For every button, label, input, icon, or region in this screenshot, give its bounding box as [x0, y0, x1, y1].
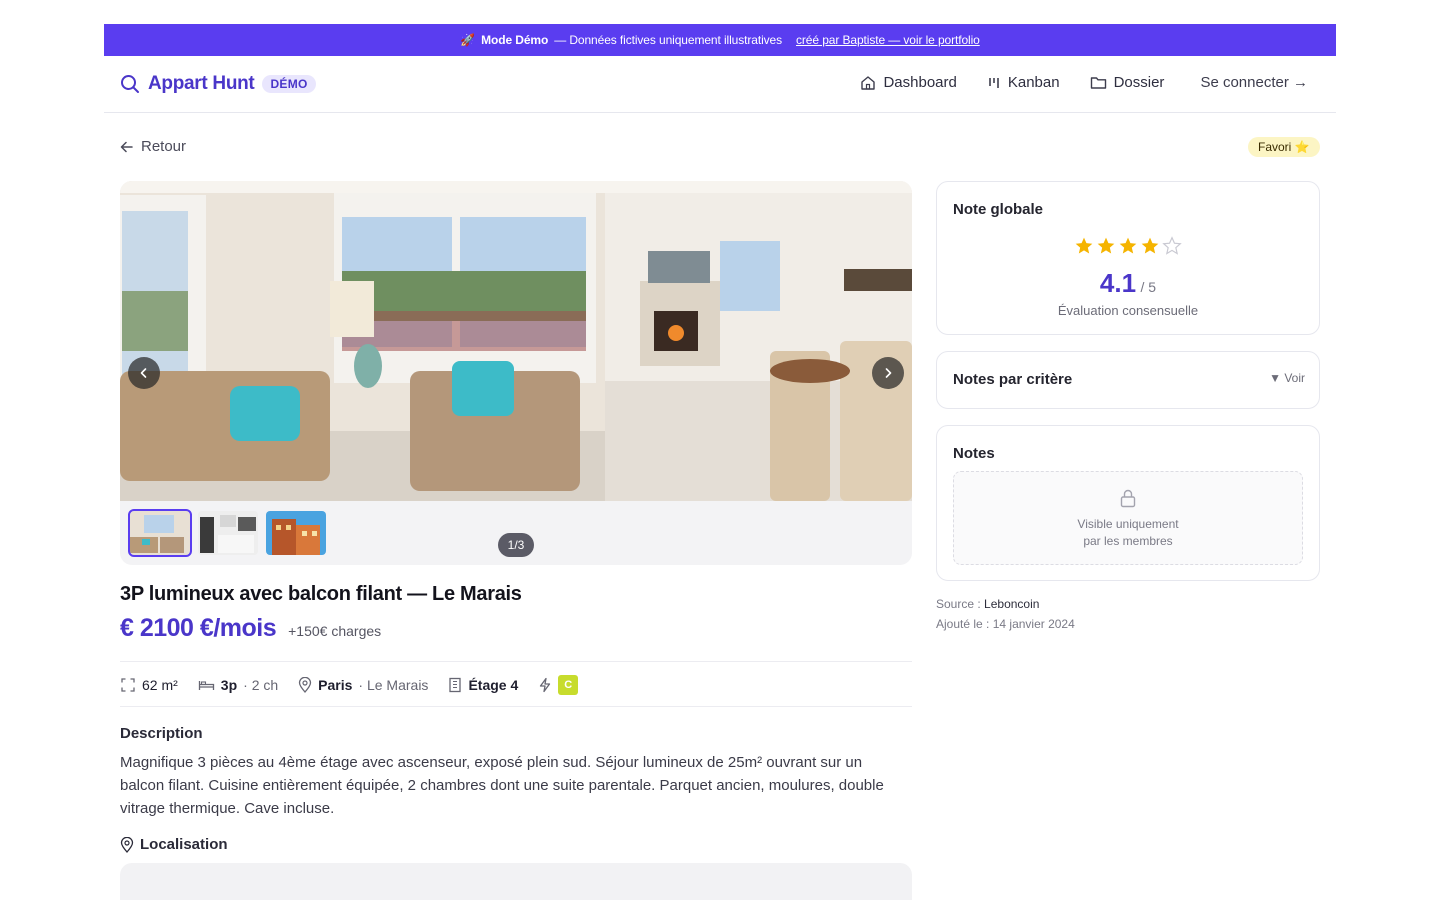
features-row: 62 m² 3p · 2 ch Paris · Le Marais Étage … — [120, 674, 579, 696]
nav-dashboard[interactable]: Dashboard — [860, 74, 957, 91]
back-label: Retour — [141, 138, 187, 155]
lock-icon — [1120, 489, 1136, 508]
locked-line-2: par les membres — [1083, 534, 1173, 548]
feature-surface: 62 m² — [120, 677, 178, 693]
back-link[interactable]: Retour — [120, 138, 186, 155]
floor-value: Étage 4 — [468, 677, 519, 693]
dpe-badge: C — [558, 675, 579, 695]
notes-card: Notes Visible uniquement par les membres — [936, 425, 1320, 581]
nav-kanban[interactable]: Kanban — [987, 74, 1060, 91]
star-filled-icon — [1119, 237, 1137, 254]
portfolio-link[interactable]: créé par Baptiste — voir le portfolio — [796, 33, 980, 47]
rating-score: 4.1 / 5 — [937, 268, 1319, 299]
folder-icon — [1090, 77, 1106, 89]
brand-name: Appart Hunt — [148, 73, 255, 94]
divider — [120, 706, 912, 707]
added-label: Ajouté le : — [936, 617, 990, 631]
notes-locked-message: Visible uniquement par les membres — [954, 516, 1302, 550]
rating-caption: Évaluation consensuelle — [1057, 303, 1199, 318]
nav-kanban-label: Kanban — [1007, 74, 1060, 91]
next-photo-button[interactable] — [872, 357, 904, 389]
rocket-icon: 🚀 — [460, 33, 476, 47]
thumbnail-building[interactable] — [266, 511, 326, 555]
chevron-right-icon — [885, 368, 892, 378]
chevron-left-icon — [140, 368, 147, 378]
rooms-value: 3p — [220, 677, 238, 693]
overall-rating-card: Note globale 4.1 / 5 Évaluation consensu… — [936, 181, 1320, 335]
demo-mode-label: Mode Démo — [481, 33, 549, 47]
nav-links: Dashboard Kanban Dossier Se connecter → — [860, 74, 1308, 91]
previous-photo-button[interactable] — [128, 357, 160, 389]
district-value: · Le Marais — [358, 677, 429, 693]
star-rating — [937, 236, 1319, 256]
divider — [120, 661, 912, 662]
feature-floor: Étage 4 — [448, 677, 518, 693]
criteria-toggle[interactable]: ▼ Voir — [1269, 371, 1305, 385]
map-pin-icon — [120, 836, 134, 853]
charges: +150€ charges — [288, 623, 382, 639]
added-value: 14 janvier 2024 — [992, 617, 1075, 631]
bedrooms-value: · 2 ch — [243, 677, 279, 693]
rating-value: 4.1 — [1099, 268, 1137, 298]
kanban-icon — [989, 77, 999, 88]
location-title-label: Localisation — [140, 836, 228, 853]
surface-value: 62 m² — [142, 677, 178, 693]
building-icon — [449, 677, 462, 693]
lightning-icon — [540, 677, 551, 693]
feature-rooms: 3p · 2 ch — [198, 677, 278, 693]
demo-text: — Données fictives uniquement illustrati… — [554, 33, 783, 47]
overall-rating-title: Note globale — [953, 201, 1044, 218]
criteria-title: Notes par critère — [953, 371, 1073, 388]
source-value: Leboncoin — [984, 597, 1040, 611]
bed-icon — [198, 681, 214, 690]
criteria-card[interactable]: Notes par critère ▼ Voir — [936, 351, 1320, 409]
map-pin-icon — [299, 677, 312, 693]
thumbnail-living-room[interactable] — [128, 509, 192, 557]
source-label: Source : — [936, 597, 981, 611]
nav-dossier[interactable]: Dossier — [1090, 74, 1165, 91]
map-placeholder[interactable] — [120, 863, 912, 900]
listing-photo[interactable] — [120, 181, 912, 501]
thumbnail-kitchen[interactable] — [198, 511, 258, 555]
login-link[interactable]: Se connecter → — [1200, 74, 1308, 91]
photo-gallery: 1/3 — [120, 181, 912, 565]
home-icon — [861, 75, 876, 90]
demo-badge: DÉMO — [262, 75, 316, 93]
arrow-left-icon — [120, 141, 133, 152]
feature-dpe: C — [538, 675, 579, 695]
star-filled-icon — [1097, 237, 1115, 254]
photo-counter: 1/3 — [498, 533, 534, 557]
demo-banner: 🚀 Mode Démo — Données fictives uniquemen… — [104, 24, 1336, 56]
source-meta: Source : Leboncoin — [936, 597, 1039, 611]
city-value: Paris — [318, 677, 353, 693]
locked-line-1: Visible uniquement — [1077, 517, 1179, 531]
nav-dossier-label: Dossier — [1113, 74, 1165, 91]
description-text: Magnifique 3 pièces au 4ème étage avec a… — [120, 754, 884, 817]
feature-location: Paris · Le Marais — [298, 677, 428, 693]
added-meta: Ajouté le : 14 janvier 2024 — [936, 617, 1075, 631]
listing-title: 3P lumineux avec balcon filant — Le Mara… — [120, 583, 522, 605]
price: € 2100 €/mois — [120, 614, 277, 642]
top-navigation: Appart Hunt DÉMO Dashboard Kanban Dossie… — [104, 56, 1336, 113]
description-title: Description — [120, 725, 203, 742]
location-title: Localisation — [120, 836, 228, 853]
notes-locked-area: Visible uniquement par les membres — [953, 471, 1303, 565]
brand[interactable]: Appart Hunt DÉMO — [120, 73, 316, 95]
star-filled-icon — [1075, 237, 1093, 254]
expand-icon — [121, 678, 135, 692]
star-filled-icon — [1141, 237, 1159, 254]
star-empty-icon — [1162, 236, 1182, 255]
nav-dashboard-label: Dashboard — [883, 74, 957, 91]
search-icon — [121, 75, 139, 93]
notes-title: Notes — [953, 445, 995, 462]
rating-out-of: / 5 — [1140, 279, 1157, 295]
price-row: € 2100 €/mois +150€ charges — [120, 614, 381, 643]
favorite-badge[interactable]: Favori ⭐ — [1248, 137, 1320, 157]
